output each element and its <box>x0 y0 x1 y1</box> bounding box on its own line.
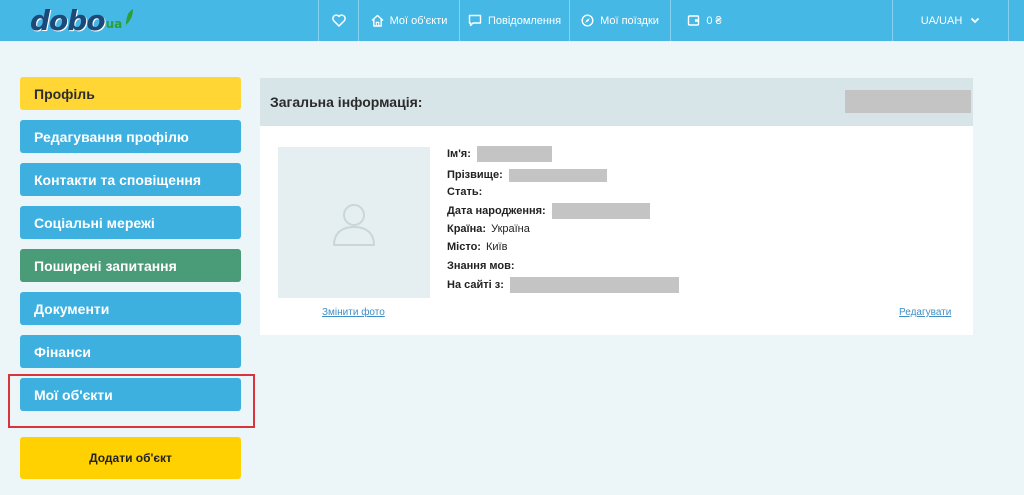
avatar <box>278 147 430 298</box>
field-first-name: Ім'я: <box>447 146 552 162</box>
chat-icon <box>468 14 482 27</box>
nav-divider <box>1008 0 1009 41</box>
home-icon <box>371 14 384 27</box>
redacted-value <box>509 277 679 293</box>
field-label: Дата народження: <box>447 205 546 217</box>
balance-value: 0 ₴ <box>706 14 722 27</box>
my-objects-link[interactable]: Мої об'єкти <box>358 0 459 41</box>
user-placeholder-icon <box>333 203 375 246</box>
field-label: Країна: <box>447 223 487 235</box>
field-last-name: Прізвище: <box>447 168 607 182</box>
my-objects-label: Мої об'єкти <box>389 14 448 27</box>
leaf-icon <box>126 9 134 25</box>
general-info-header: Загальна інформація: <box>260 78 973 126</box>
sidebar-item-documents[interactable]: Документи <box>20 292 241 325</box>
currency-selector[interactable]: UA/UAH <box>892 0 1008 41</box>
field-label: Ім'я: <box>447 148 471 160</box>
balance-link[interactable]: 0 ₴ <box>670 0 738 41</box>
page-title: Загальна інформація: <box>270 94 423 110</box>
redacted-value <box>476 146 552 162</box>
change-photo-link[interactable]: Змінити фото <box>322 307 385 318</box>
field-label: Стать: <box>447 186 483 198</box>
field-label: Знання мов: <box>447 260 515 272</box>
messages-label: Повідомлення <box>487 14 562 27</box>
field-gender: Стать: <box>447 185 482 199</box>
field-birth-date: Дата народження: <box>447 203 650 219</box>
sidebar-item-social-networks[interactable]: Соціальні мережі <box>20 206 241 239</box>
field-label: Місто: <box>447 241 481 253</box>
top-bar: dobo ua Мої об'єкти Повідомлення Мої пої… <box>0 0 1024 41</box>
sidebar-item-profile[interactable]: Профіль <box>20 77 241 110</box>
field-value: Київ <box>485 241 508 253</box>
favorites-button[interactable] <box>318 0 358 41</box>
field-languages: Знання мов: <box>447 259 515 273</box>
redacted-block <box>845 90 971 113</box>
field-country: Країна: Україна <box>447 222 530 236</box>
field-value: Україна <box>491 223 530 235</box>
logo-text: dobo <box>30 3 106 37</box>
redacted-value <box>508 168 607 182</box>
heart-icon <box>331 14 346 27</box>
field-city: Місто: Київ <box>447 240 507 254</box>
highlight-frame <box>8 374 255 428</box>
field-member-since: На сайті з: <box>447 277 679 293</box>
site-logo[interactable]: dobo ua <box>30 3 134 37</box>
sidebar-item-edit-profile[interactable]: Редагування профілю <box>20 120 241 153</box>
field-label: На сайті з: <box>447 279 504 291</box>
my-trips-label: Мої поїздки <box>600 14 659 27</box>
sidebar-item-finances[interactable]: Фінанси <box>20 335 241 368</box>
compass-icon <box>581 14 594 27</box>
general-info-panel: Змінити фото Ім'я: Прізвище: Стать: Дата… <box>260 126 973 335</box>
logo-suffix: ua <box>105 17 123 31</box>
wallet-icon <box>688 15 700 26</box>
currency-label: UA/UAH <box>920 14 963 27</box>
chevron-down-icon <box>971 17 980 24</box>
redacted-value <box>551 203 650 219</box>
add-object-button[interactable]: Додати об'єкт <box>20 437 241 479</box>
sidebar-item-contacts-notifications[interactable]: Контакти та сповіщення <box>20 163 241 196</box>
field-label: Прізвище: <box>447 169 503 181</box>
edit-profile-link[interactable]: Редагувати <box>899 307 951 318</box>
messages-link[interactable]: Повідомлення <box>459 0 569 41</box>
my-trips-link[interactable]: Мої поїздки <box>569 0 670 41</box>
sidebar-item-faq[interactable]: Поширені запитання <box>20 249 241 282</box>
